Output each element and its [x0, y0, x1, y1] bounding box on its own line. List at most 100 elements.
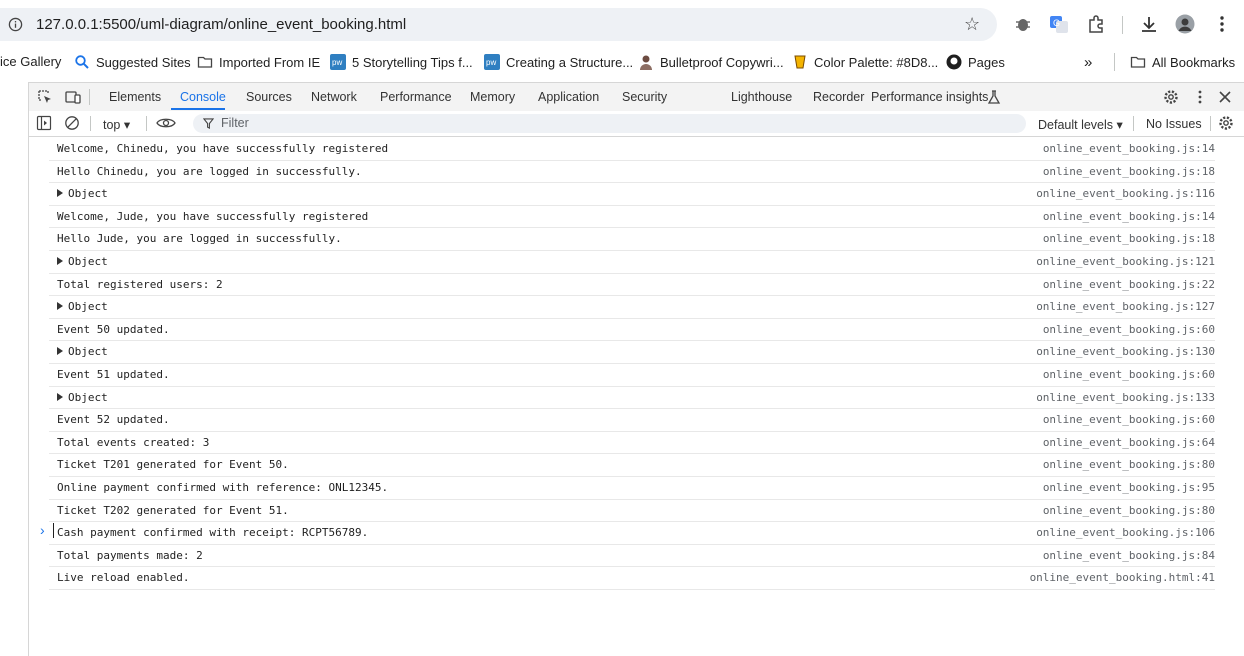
bookmark-item[interactable]: pw 5 Storytelling Tips f...: [330, 54, 473, 70]
console-message-text: Hello Jude, you are logged in successful…: [57, 232, 342, 246]
bookmark-item[interactable]: pw Creating a Structure...: [484, 54, 633, 70]
source-link[interactable]: online_event_booking.js:80: [1043, 458, 1215, 471]
source-link[interactable]: online_event_booking.js:80: [1043, 504, 1215, 517]
source-link[interactable]: online_event_booking.js:127: [1036, 300, 1215, 313]
sidebar-toggle-icon[interactable]: [36, 115, 52, 131]
eye-icon[interactable]: [156, 115, 176, 131]
translate-icon[interactable]: G: [1049, 14, 1069, 34]
context-selector[interactable]: top ▾: [103, 117, 130, 132]
console-input-caret[interactable]: [53, 523, 54, 538]
expand-triangle-icon[interactable]: [57, 392, 63, 401]
source-link[interactable]: online_event_booking.js:121: [1036, 255, 1215, 268]
source-link[interactable]: online_event_booking.js:14: [1043, 142, 1215, 155]
source-link[interactable]: online_event_booking.js:106: [1036, 526, 1215, 539]
issues-button[interactable]: No Issues: [1146, 117, 1202, 131]
console-message-row: Ticket T202 generated for Event 51. onlin…: [49, 500, 1215, 523]
bookmark-item[interactable]: ice Gallery: [0, 54, 61, 69]
pw-icon: pw: [484, 54, 500, 70]
all-bookmarks-label: All Bookmarks: [1152, 54, 1236, 70]
tab-network[interactable]: Network: [311, 90, 357, 104]
source-link[interactable]: online_event_booking.js:133: [1036, 391, 1215, 404]
console-object-row[interactable]: Object online_event_booking.js:130: [49, 341, 1215, 364]
bookmarks-overflow-button[interactable]: »: [1084, 54, 1092, 71]
device-toolbar-icon[interactable]: [65, 89, 81, 105]
expand-triangle-icon[interactable]: [57, 302, 63, 311]
console-message-text: Ticket T201 generated for Event 50.: [57, 458, 289, 472]
tab-memory[interactable]: Memory: [470, 90, 515, 104]
console-message-text: Object: [57, 255, 108, 268]
source-link[interactable]: online_event_booking.js:60: [1043, 413, 1215, 426]
log-levels-dropdown[interactable]: Default levels ▾: [1038, 117, 1123, 132]
tab-performance-insights[interactable]: Performance insights: [871, 90, 988, 104]
source-link[interactable]: online_event_booking.js:18: [1043, 232, 1215, 245]
source-link[interactable]: online_event_booking.js:18: [1043, 165, 1215, 178]
browser-menu-icon[interactable]: [1212, 14, 1232, 34]
bookmark-label: 5 Storytelling Tips f...: [352, 54, 473, 70]
source-link[interactable]: online_event_booking.js:64: [1043, 436, 1215, 449]
source-link[interactable]: online_event_booking.js:116: [1036, 187, 1215, 200]
source-link[interactable]: online_event_booking.js:60: [1043, 368, 1215, 381]
source-link[interactable]: online_event_booking.js:130: [1036, 345, 1215, 358]
bookmark-label: Bulletproof Copywri...: [660, 54, 784, 70]
tab-performance[interactable]: Performance: [380, 90, 452, 104]
inspect-element-icon[interactable]: [37, 89, 53, 105]
download-icon[interactable]: [1139, 14, 1159, 34]
tab-console[interactable]: Console: [180, 90, 226, 104]
console-object-row[interactable]: Object online_event_booking.js:116: [49, 183, 1215, 206]
console-message-row: Live reload enabled. online_event_booking…: [49, 567, 1215, 590]
expand-triangle-icon[interactable]: [57, 256, 63, 265]
console-message-row: Hello Chinedu, you are logged in success…: [49, 161, 1215, 184]
tab-security[interactable]: Security: [622, 90, 667, 104]
close-icon[interactable]: [1217, 89, 1233, 105]
clear-console-icon[interactable]: [64, 115, 80, 131]
bookmark-item[interactable]: Pages: [946, 54, 1005, 70]
site-info-icon[interactable]: [8, 17, 23, 32]
devtools-panel: Elements Console Sources Network Perform…: [29, 82, 1244, 656]
context-value: top: [103, 118, 121, 132]
object-label: Object: [68, 300, 108, 314]
all-bookmarks-button[interactable]: All Bookmarks: [1130, 54, 1235, 70]
tab-lighthouse[interactable]: Lighthouse: [731, 90, 792, 104]
expand-triangle-icon[interactable]: [57, 347, 63, 356]
github-icon: [946, 54, 962, 70]
more-options-icon[interactable]: [1192, 89, 1208, 105]
console-message-text: Total events created: 3: [57, 435, 210, 449]
console-message-row: Event 50 updated. online_event_booking.js…: [49, 319, 1215, 342]
tab-recorder[interactable]: Recorder: [813, 90, 864, 104]
source-link[interactable]: online_event_booking.js:60: [1043, 323, 1215, 336]
avatar[interactable]: [1175, 14, 1195, 34]
console-object-row[interactable]: Object online_event_booking.js:127: [49, 296, 1215, 319]
bug-icon[interactable]: [1013, 14, 1033, 34]
search-icon: [75, 55, 89, 69]
cup-icon: [794, 55, 806, 69]
console-message-text: Total payments made: 2: [57, 548, 203, 562]
console-message-text: Object: [57, 345, 108, 358]
tab-elements[interactable]: Elements: [109, 90, 161, 104]
tab-sources[interactable]: Sources: [246, 90, 292, 104]
expand-triangle-icon[interactable]: [57, 189, 63, 198]
source-link[interactable]: online_event_booking.html:41: [1030, 571, 1215, 584]
source-link[interactable]: online_event_booking.js:84: [1043, 549, 1215, 562]
filter-input[interactable]: Filter: [193, 114, 1026, 133]
extensions-icon[interactable]: [1086, 14, 1106, 34]
source-link[interactable]: online_event_booking.js:95: [1043, 481, 1215, 494]
bookmark-item[interactable]: Color Palette: #8D8...: [792, 54, 938, 70]
bookmark-item[interactable]: Bulletproof Copywri...: [638, 54, 784, 70]
gear-icon[interactable]: [1163, 89, 1179, 105]
console-message-row: Total payments made: 2 online_event_booki…: [49, 545, 1215, 568]
source-link[interactable]: online_event_booking.js:14: [1043, 210, 1215, 223]
bookmark-star-icon[interactable]: ☆: [964, 14, 980, 35]
source-link[interactable]: online_event_booking.js:22: [1043, 278, 1215, 291]
object-label: Object: [68, 187, 108, 201]
console-settings-gear-icon[interactable]: [1218, 115, 1234, 131]
bookmark-item[interactable]: Suggested Sites: [74, 54, 191, 70]
console-message-row: Hello Jude, you are logged in successful…: [49, 228, 1215, 251]
console-object-row[interactable]: Object online_event_booking.js:121: [49, 251, 1215, 274]
bookmark-item[interactable]: Imported From IE: [197, 54, 320, 70]
svg-text:pw: pw: [486, 58, 496, 67]
url-text[interactable]: 127.0.0.1:5500/uml-diagram/online_event_…: [36, 16, 406, 33]
tab-application[interactable]: Application: [538, 90, 599, 104]
console-object-row[interactable]: Object online_event_booking.js:133: [49, 387, 1215, 410]
svg-text:G: G: [1053, 18, 1060, 28]
filter-icon: [203, 118, 214, 129]
